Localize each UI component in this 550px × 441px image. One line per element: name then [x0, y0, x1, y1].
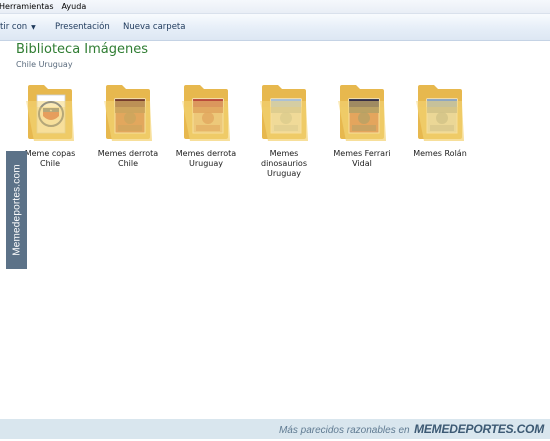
new-folder-button[interactable]: Nueva carpeta [123, 14, 185, 40]
folder-icon [182, 85, 230, 141]
chevron-down-icon: ▼ [31, 24, 36, 31]
content-pane: Biblioteca Imágenes Chile Uruguay ★ Meme… [0, 41, 550, 419]
folder-item[interactable]: Memes Ferrari Vidal [326, 81, 398, 181]
menu-ayuda[interactable]: Ayuda [60, 0, 93, 13]
watermark-bottom-bar: Más parecidos razonables en MEMEDEPORTES… [0, 419, 550, 439]
folder-label: Memes derrota Chile [97, 149, 159, 168]
toolbar: tir con ▼ Presentación Nueva carpeta [0, 14, 550, 41]
folder-icon [338, 85, 386, 141]
watermark-side-text: Memedeportes.com [11, 164, 22, 256]
folder-item[interactable]: Memes derrota Uruguay [170, 81, 242, 181]
watermark-bottom-brand: MEMEDEPORTES.COM [414, 422, 544, 436]
folder-icon [416, 85, 464, 141]
watermark-side: Memedeportes.com [6, 151, 27, 269]
folder-label: Memes derrota Uruguay [175, 149, 237, 168]
folder-label: Memes dinosaurios Uruguay [261, 149, 307, 178]
presentation-button[interactable]: Presentación [55, 14, 110, 40]
folder-icon: ★ [26, 85, 74, 141]
folder-icon [260, 85, 308, 141]
share-button[interactable]: tir con ▼ [0, 14, 36, 41]
library-title: Biblioteca Imágenes [16, 42, 149, 57]
folder-label: Memes Ferrari Vidal [333, 149, 391, 168]
share-button-label: tir con [0, 22, 28, 32]
menu-herramientas[interactable]: Herramientas [0, 0, 60, 13]
menu-bar: Herramientas Ayuda [0, 0, 550, 14]
folder-item[interactable]: Memes derrota Chile [92, 81, 164, 181]
folder-item[interactable]: Memes Rolán [404, 81, 476, 181]
folder-icon [104, 85, 152, 141]
folder-label: Memes Rolán [413, 149, 467, 158]
watermark-bottom-text: Más parecidos razonables en MEMEDEPORTES… [279, 419, 544, 441]
watermark-bottom-prefix: Más parecidos razonables en [278, 425, 410, 436]
library-subtitle: Chile Uruguay [16, 60, 73, 69]
folder-item[interactable]: Memes dinosaurios Uruguay [248, 81, 320, 181]
